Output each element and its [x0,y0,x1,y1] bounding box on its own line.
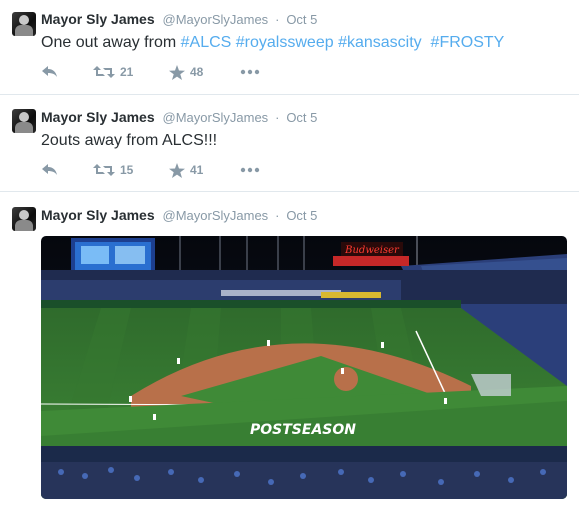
tweet-timestamp[interactable]: Oct 5 [286,208,317,223]
more-icon [240,69,260,75]
text-fragment: One out away from [41,34,181,51]
tweet-2[interactable]: Mayor Sly James @MayorSlyJames · Oct 5 2… [0,95,579,191]
tweet-header: Mayor Sly James @MayorSlyJames · Oct 5 [41,108,317,127]
favorite-count: 41 [190,163,204,177]
reply-icon [42,66,57,77]
more-icon [240,167,260,173]
favorite-icon [169,162,185,178]
author-name[interactable]: Mayor Sly James [41,11,155,27]
author-handle[interactable]: @MayorSlyJames [163,110,269,125]
hashtag-alcs[interactable]: #ALCS [181,34,232,51]
retweet-button[interactable]: 21 [93,63,133,81]
tweet-actions: 15 41 [41,161,561,179]
author-handle[interactable]: @MayorSlyJames [163,12,269,27]
reply-button[interactable] [41,161,59,179]
tweet-photo[interactable]: Budweiser POSTSEASON [41,236,567,499]
avatar[interactable] [12,12,36,36]
budweiser-sign: Budweiser [344,245,400,256]
reply-button[interactable] [41,63,59,81]
tweet-timestamp[interactable]: Oct 5 [286,12,317,27]
hashtag-kansascity[interactable]: #kansascity [338,34,422,51]
postseason-field-text: POSTSEASON [250,422,356,438]
favorite-count: 48 [190,65,204,79]
author-handle[interactable]: @MayorSlyJames [163,208,269,223]
separator-dot: · [275,110,280,125]
favorite-button[interactable]: 41 [169,161,203,179]
author-name[interactable]: Mayor Sly James [41,109,155,125]
more-button[interactable] [240,161,260,179]
stadium-photo: Budweiser POSTSEASON [41,236,567,499]
tweet-1[interactable]: Mayor Sly James @MayorSlyJames · Oct 5 O… [0,0,579,94]
tweet-actions: 21 48 [41,63,561,81]
tweet-text: One out away from #ALCS #royalssweep #ka… [41,33,504,53]
reply-icon [42,164,57,175]
avatar[interactable] [12,207,36,231]
separator-dot: · [275,12,280,27]
tweet-text: 2outs away from ALCS!!! [41,132,218,149]
hashtag-royalssweep[interactable]: #royalssweep [236,34,334,51]
favorite-icon [169,64,185,80]
retweet-count: 15 [120,163,134,177]
retweet-button[interactable]: 15 [93,161,133,179]
tweet-header: Mayor Sly James @MayorSlyJames · Oct 5 [41,206,317,225]
separator-dot: · [275,208,280,223]
retweet-icon [93,66,115,78]
more-button[interactable] [240,63,260,81]
favorite-button[interactable]: 48 [169,63,203,81]
retweet-count: 21 [120,65,134,79]
avatar[interactable] [12,109,36,133]
hashtag-frosty[interactable]: #FROSTY [431,34,505,51]
retweet-icon [93,164,115,176]
author-name[interactable]: Mayor Sly James [41,207,155,223]
tweet-timestamp[interactable]: Oct 5 [286,110,317,125]
tweet-header: Mayor Sly James @MayorSlyJames · Oct 5 [41,10,317,29]
